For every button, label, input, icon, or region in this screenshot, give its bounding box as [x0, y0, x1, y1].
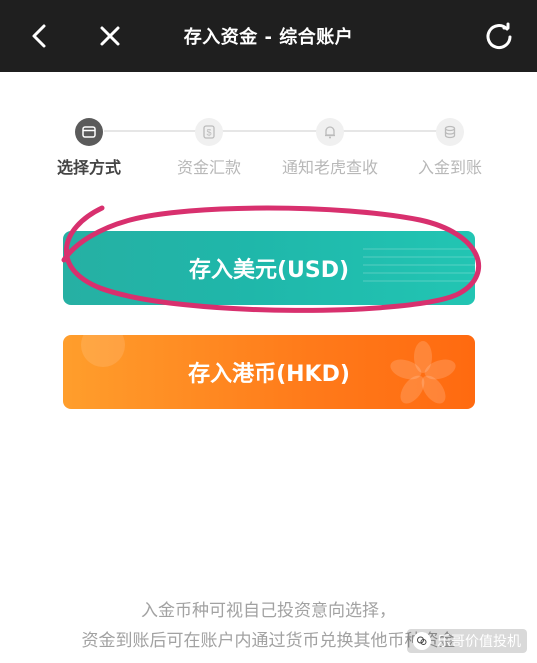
step-indicator: $ 选择方式 资金汇款 通知老虎查收 入金到账: [0, 110, 537, 200]
hint-line-1: 入金币种可视自己投资意向选择，: [141, 601, 396, 621]
wechat-icon: [413, 632, 431, 650]
bell-icon: [325, 126, 335, 139]
step-dot-4: [436, 118, 464, 146]
deposit-hkd-label: 存入港币(HKD): [188, 362, 350, 387]
watermark: 乐哥价值投机: [407, 629, 527, 653]
watermark-text: 乐哥价值投机: [437, 634, 521, 650]
step-dot-2: $: [195, 118, 223, 146]
svg-text:$: $: [206, 128, 211, 138]
deposit-usd-label: 存入美元(USD): [188, 258, 350, 283]
step-dot-3: [316, 118, 344, 146]
refresh-icon: [486, 22, 512, 50]
step-label-3: 通知老虎查收: [281, 158, 379, 177]
step-connector: [222, 130, 317, 132]
card-icon: [82, 126, 96, 138]
step-label-2: 资金汇款: [176, 158, 242, 177]
page-title: 存入资金 - 综合账户: [183, 27, 354, 48]
dollar-icon: $: [203, 125, 215, 139]
step-connector: [342, 130, 437, 132]
coins-icon: [444, 125, 456, 139]
step-dot-1: [75, 118, 103, 146]
refresh-button[interactable]: [471, 0, 527, 72]
step-connector: [104, 130, 198, 132]
deposit-hkd-button[interactable]: 存入港币(HKD): [63, 335, 475, 409]
step-label-1: 选择方式: [56, 158, 122, 177]
deposit-usd-button[interactable]: 存入美元(USD): [63, 231, 475, 305]
step-label-4: 入金到账: [417, 158, 483, 177]
top-bar: 存入资金 - 综合账户: [0, 0, 537, 72]
